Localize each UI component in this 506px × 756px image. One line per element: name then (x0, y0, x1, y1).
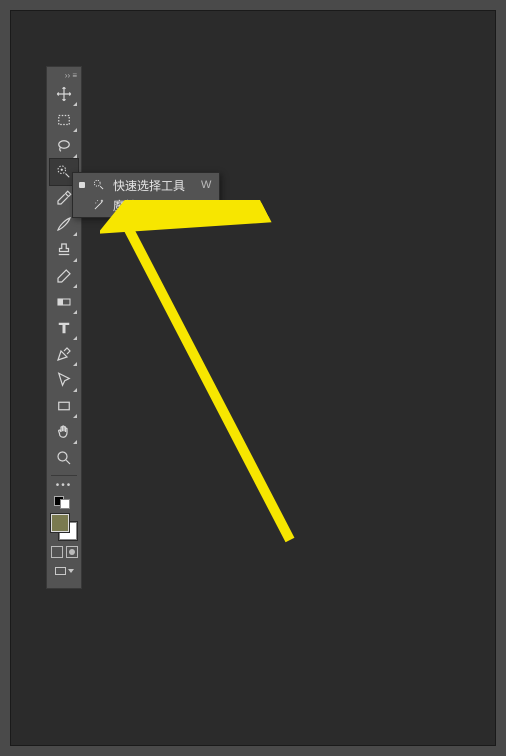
gradient-icon (55, 293, 73, 311)
hand-tool[interactable] (50, 419, 78, 445)
hand-icon (55, 423, 73, 441)
lasso-icon (55, 137, 73, 155)
marquee-tool[interactable] (50, 107, 78, 133)
flyout-item-shortcut: W (201, 199, 211, 211)
pen-tool[interactable] (50, 341, 78, 367)
gradient-tool[interactable] (50, 289, 78, 315)
brush-icon (55, 215, 73, 233)
marquee-icon (55, 111, 73, 129)
toolbox-separator (51, 475, 77, 476)
move-tool[interactable] (50, 81, 78, 107)
screen-mode-button[interactable] (50, 562, 78, 580)
magnifier-icon (55, 449, 73, 467)
active-indicator-icon (79, 182, 85, 188)
active-indicator-icon (79, 202, 85, 208)
lasso-tool[interactable] (50, 133, 78, 159)
quick-select-icon (55, 163, 73, 181)
flyout-item-shortcut: W (201, 179, 211, 191)
quick-select-flyout: 快速选择工具 W 魔棒工具 W (72, 172, 220, 218)
shape-tool[interactable] (50, 393, 78, 419)
magic-wand-icon (91, 197, 107, 213)
stamp-tool[interactable] (50, 237, 78, 263)
flyout-item-label: 快速选择工具 (113, 177, 191, 194)
flyout-item-magic-wand[interactable]: 魔棒工具 W (73, 195, 219, 215)
eraser-tool[interactable] (50, 263, 78, 289)
pen-icon (55, 345, 73, 363)
eraser-icon (55, 267, 73, 285)
zoom-tool[interactable] (50, 445, 78, 471)
arrow-icon (55, 371, 73, 389)
quick-select-icon (91, 177, 107, 193)
color-swatches[interactable] (49, 512, 79, 542)
flyout-item-quick-select[interactable]: 快速选择工具 W (73, 175, 219, 195)
toolbox-header[interactable]: ›› ≡ (47, 69, 81, 81)
path-select-tool[interactable] (50, 367, 78, 393)
flyout-item-label: 魔棒工具 (113, 197, 191, 214)
rectangle-icon (55, 397, 73, 415)
quick-mask-toggle[interactable] (50, 542, 78, 562)
toolbox-panel: ›› ≡ (46, 66, 82, 589)
foreground-color-swatch[interactable] (51, 514, 69, 532)
eyedropper-icon (55, 189, 73, 207)
canvas-area (10, 10, 496, 746)
edit-toolbar-button[interactable]: ••• (50, 480, 78, 494)
stamp-icon (55, 241, 73, 259)
default-colors-button[interactable] (50, 494, 78, 510)
type-icon (55, 319, 73, 337)
move-icon (55, 85, 73, 103)
type-tool[interactable] (50, 315, 78, 341)
